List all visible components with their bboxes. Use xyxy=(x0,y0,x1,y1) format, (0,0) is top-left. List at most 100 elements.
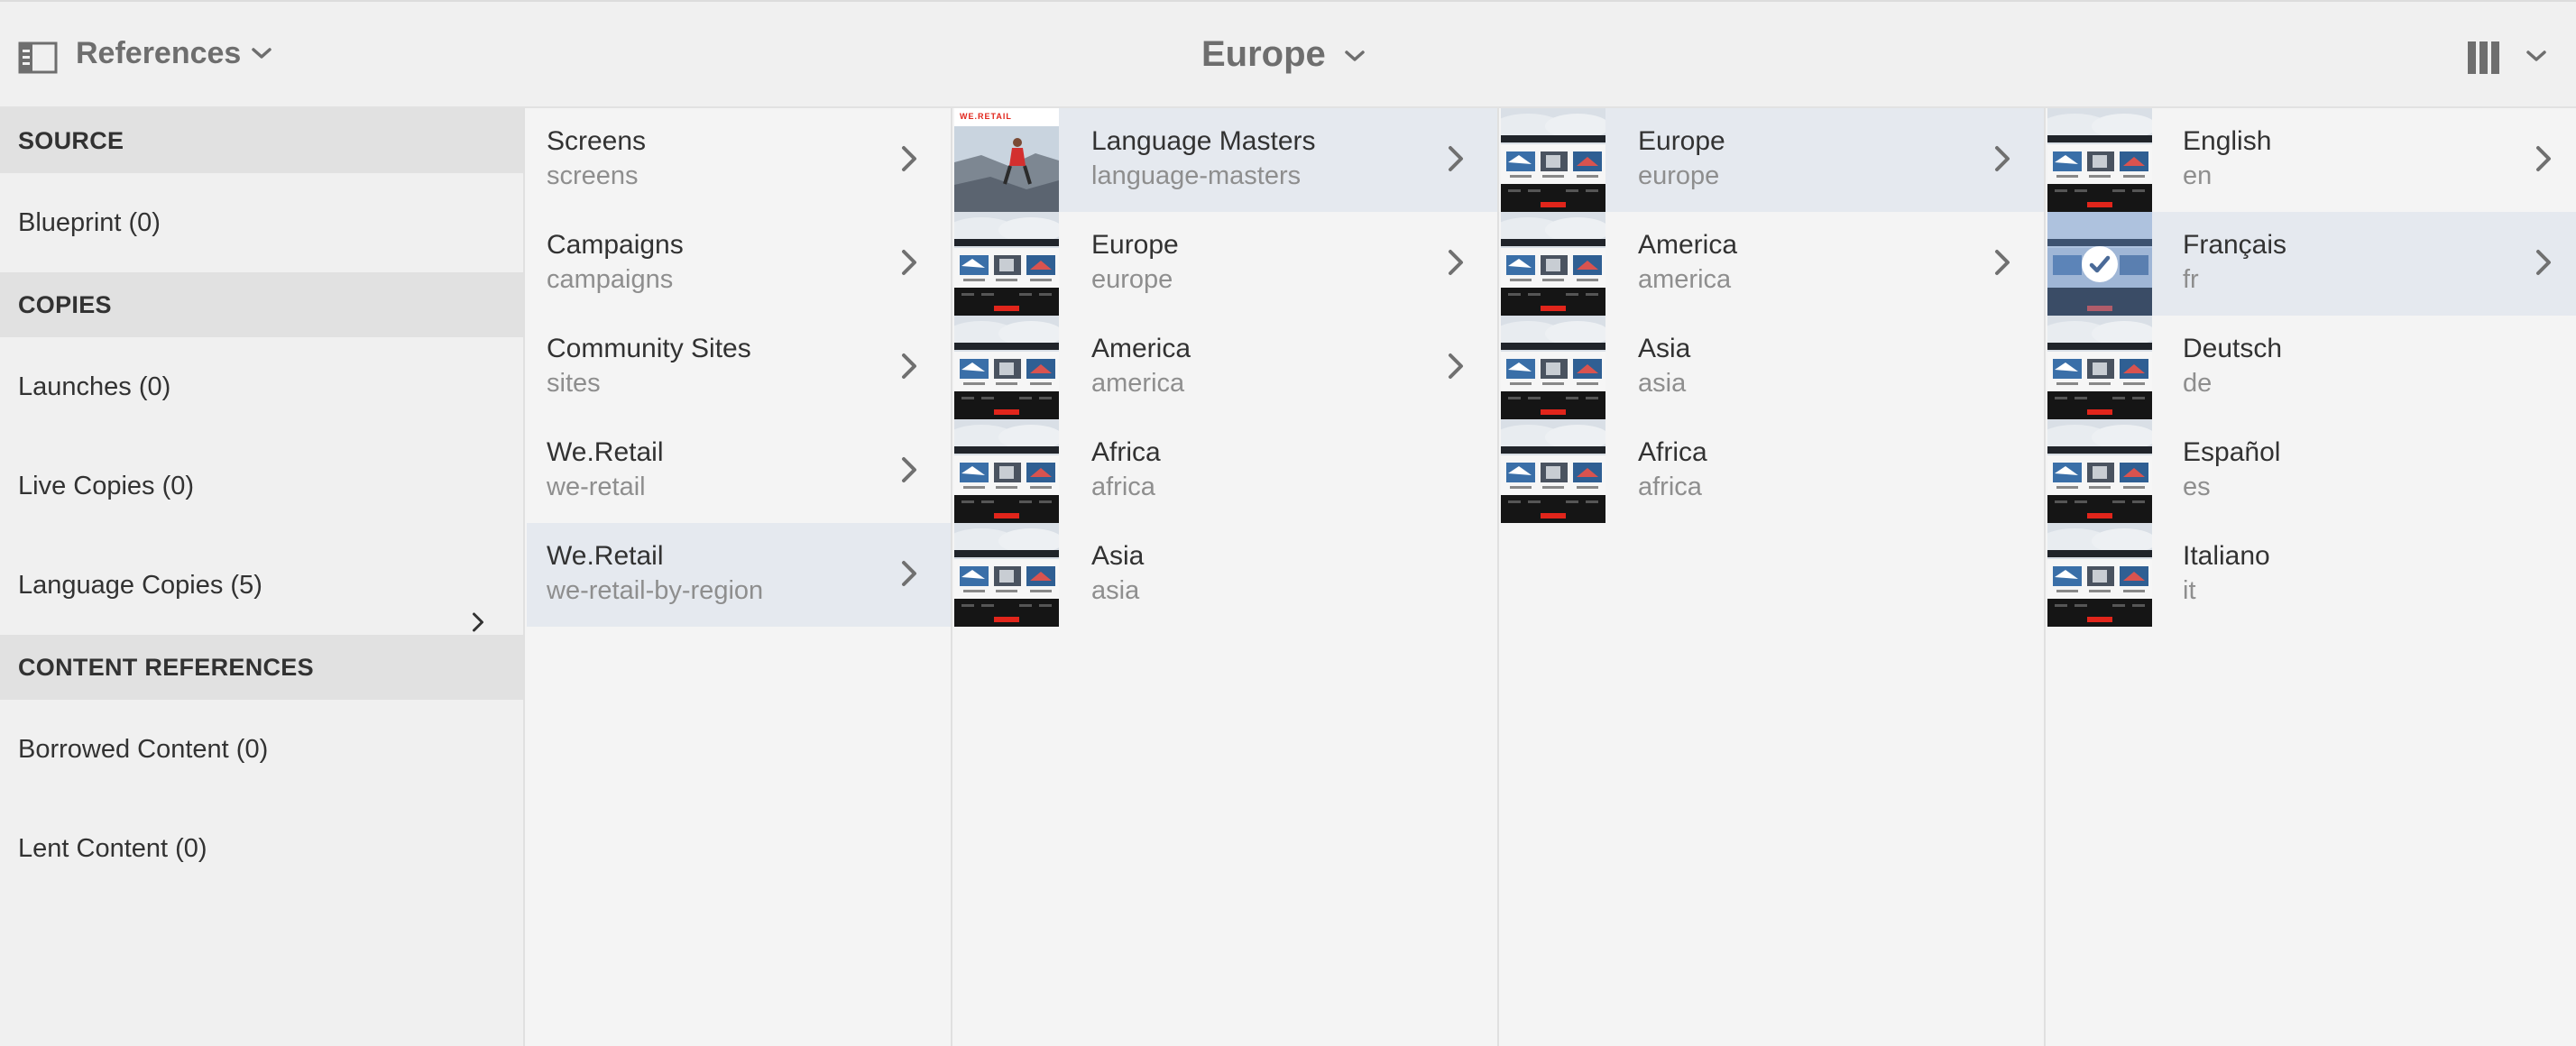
page-thumbnail xyxy=(2047,419,2152,523)
list-item[interactable]: Italiano it xyxy=(2047,523,2576,627)
chevron-right-icon[interactable] xyxy=(900,455,918,489)
chevron-right-icon[interactable] xyxy=(1993,248,2011,281)
list-item[interactable]: Asia asia xyxy=(1501,316,2044,419)
page-thumbnail[interactable] xyxy=(2047,212,2152,316)
item-name: asia xyxy=(1638,369,1687,398)
item-title: Campaigns xyxy=(547,230,684,260)
rail-item-label: Live Copies (0) xyxy=(18,472,195,500)
item-name: campaigns xyxy=(547,265,674,294)
rail-item-lent-content[interactable]: Lent Content (0) xyxy=(0,799,523,898)
item-title: Screens xyxy=(547,126,647,156)
list-item[interactable]: Community Sites sites xyxy=(527,316,951,419)
list-item[interactable]: Español es xyxy=(2047,419,2576,523)
item-title: Language Masters xyxy=(1091,126,1316,156)
chevron-down-icon[interactable] xyxy=(2525,50,2547,67)
item-name: sites xyxy=(547,369,601,398)
column-regions: WE.RETAIL Language Masters language-mast… xyxy=(954,108,1499,1046)
chevron-down-icon[interactable] xyxy=(1344,50,1366,67)
thumbnail-logo: WE.RETAIL xyxy=(960,112,1012,121)
chevron-right-icon[interactable] xyxy=(1447,352,1465,385)
item-title: America xyxy=(1091,334,1191,363)
column-languages: English en Français fr Deutsch de Españo… xyxy=(2047,108,2576,1046)
list-item-selected[interactable]: We.Retail we-retail-by-region xyxy=(527,523,951,627)
rail-item-label: Borrowed Content (0) xyxy=(18,735,269,764)
rail-mode-label[interactable]: References xyxy=(76,36,241,71)
item-title: Europe xyxy=(1091,230,1179,260)
rail-item-blueprint[interactable]: Blueprint (0) xyxy=(0,173,523,272)
item-title: We.Retail xyxy=(547,437,664,467)
item-title: Europe xyxy=(1638,126,1725,156)
chevron-right-icon[interactable] xyxy=(2535,248,2553,281)
item-name: we-retail-by-region xyxy=(547,576,764,605)
rail-section-heading: COPIES xyxy=(0,272,523,337)
page-thumbnail xyxy=(1501,419,1605,523)
chevron-right-icon[interactable] xyxy=(900,144,918,178)
rail-toggle-icon[interactable] xyxy=(18,41,58,74)
rail-item-launches[interactable]: Launches (0) xyxy=(0,337,523,436)
item-title: We.Retail xyxy=(547,541,664,571)
list-item[interactable]: We.Retail we-retail xyxy=(527,419,951,523)
page-thumbnail xyxy=(2047,523,2152,627)
item-name: it xyxy=(2183,576,2196,605)
item-title: Africa xyxy=(1091,437,1161,467)
rail-section-heading: CONTENT REFERENCES xyxy=(0,635,523,700)
chevron-right-icon[interactable] xyxy=(1447,144,1465,178)
top-toolbar: References Europe xyxy=(0,0,2576,108)
chevron-right-icon[interactable] xyxy=(1993,144,2011,178)
item-title: Français xyxy=(2183,230,2287,260)
checkmark-icon[interactable] xyxy=(2082,246,2118,282)
chevron-right-icon[interactable] xyxy=(900,559,918,592)
list-item[interactable]: Africa africa xyxy=(1501,419,2044,523)
list-item[interactable]: Asia asia xyxy=(954,523,1497,627)
item-title: Español xyxy=(2183,437,2281,467)
item-title: Asia xyxy=(1091,541,1145,571)
item-name: de xyxy=(2183,369,2213,398)
column-language-masters: Europe europe America america Asia asia … xyxy=(1501,108,2046,1046)
chevron-down-icon[interactable] xyxy=(251,47,272,64)
list-item[interactable]: Europe europe xyxy=(954,212,1497,316)
list-item[interactable]: Campaigns campaigns xyxy=(527,212,951,316)
rail-item-label: Blueprint (0) xyxy=(18,208,161,237)
chevron-right-icon[interactable] xyxy=(2535,144,2553,178)
page-thumbnail xyxy=(954,212,1059,316)
rail-item-live-copies[interactable]: Live Copies (0) xyxy=(0,436,523,536)
item-title: America xyxy=(1638,230,1738,260)
page-thumbnail xyxy=(1501,212,1605,316)
item-title: Community Sites xyxy=(547,334,751,363)
item-name: europe xyxy=(1638,161,1720,190)
item-name: language-masters xyxy=(1091,161,1302,190)
list-item[interactable]: Screens screens xyxy=(527,108,951,212)
page-thumbnail xyxy=(1501,316,1605,419)
item-name: europe xyxy=(1091,265,1173,294)
item-name: africa xyxy=(1091,473,1155,501)
rail-item-borrowed-content[interactable]: Borrowed Content (0) xyxy=(0,700,523,799)
chevron-right-icon xyxy=(471,575,485,674)
list-item-selected[interactable]: Europe europe xyxy=(1501,108,2044,212)
chevron-right-icon[interactable] xyxy=(1447,248,1465,281)
rail-item-label: Launches (0) xyxy=(18,372,171,401)
column-view-icon[interactable] xyxy=(2466,40,2502,80)
item-name: en xyxy=(2183,161,2213,190)
list-item[interactable]: Deutsch de xyxy=(2047,316,2576,419)
list-item-selected[interactable]: WE.RETAIL Language Masters language-mast… xyxy=(954,108,1497,212)
page-thumbnail xyxy=(1501,108,1605,212)
rail-item-language-copies[interactable]: Language Copies (5) xyxy=(0,536,523,635)
list-item[interactable]: America america xyxy=(1501,212,2044,316)
item-name: america xyxy=(1638,265,1732,294)
page-thumbnail: WE.RETAIL xyxy=(954,108,1059,212)
item-title: English xyxy=(2183,126,2272,156)
page-thumbnail xyxy=(954,419,1059,523)
references-rail: SOURCE Blueprint (0) COPIES Launches (0)… xyxy=(0,108,525,1046)
list-item[interactable]: Africa africa xyxy=(954,419,1497,523)
list-item[interactable]: English en xyxy=(2047,108,2576,212)
page-thumbnail xyxy=(954,316,1059,419)
item-name: fr xyxy=(2183,265,2199,294)
chevron-right-icon[interactable] xyxy=(900,352,918,385)
list-item-selected[interactable]: Français fr xyxy=(2047,212,2576,316)
item-name: america xyxy=(1091,369,1185,398)
page-title[interactable]: Europe xyxy=(1201,34,1326,75)
item-name: screens xyxy=(547,161,639,190)
item-title: Asia xyxy=(1638,334,1691,363)
list-item[interactable]: America america xyxy=(954,316,1497,419)
chevron-right-icon[interactable] xyxy=(900,248,918,281)
